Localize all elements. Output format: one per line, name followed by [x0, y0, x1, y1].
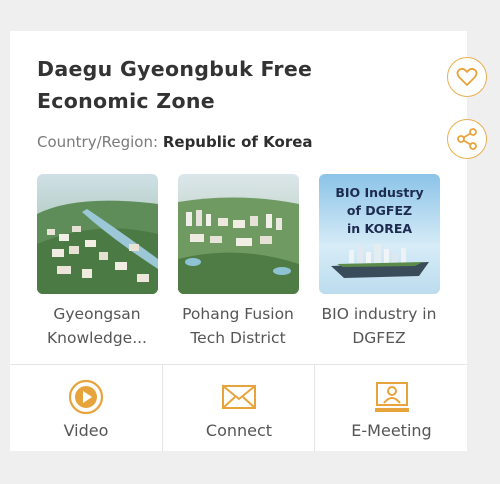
- district-label-bio[interactable]: BIO industry in DGFEZ: [307, 302, 451, 350]
- zone-card: Daegu Gyeongbuk Free Economic Zone Count…: [10, 31, 467, 452]
- bio-image-line-2: of DGFEZ: [347, 203, 412, 218]
- envelope-icon: [222, 385, 256, 409]
- country-value: Republic of Korea: [162, 133, 313, 151]
- connect-label: Connect: [205, 421, 273, 440]
- district-label-pohang[interactable]: Pohang Fusion Tech District: [166, 302, 310, 350]
- zone-title: Daegu Gyeongbuk Free Economic Zone: [37, 57, 313, 113]
- favorite-button[interactable]: [447, 57, 487, 97]
- district-image-gyeongsan[interactable]: [37, 174, 158, 294]
- action-bar: Video Connect E-Meeting: [10, 364, 467, 452]
- play-circle-icon: [68, 379, 104, 415]
- video-label: Video: [63, 421, 109, 440]
- district-image-pohang[interactable]: [178, 174, 299, 294]
- bio-image-line-3: in KOREA: [347, 221, 412, 236]
- share-icon: [457, 128, 477, 150]
- emeeting-label: E-Meeting: [351, 421, 432, 440]
- heart-icon: [456, 67, 478, 86]
- district-image-bio[interactable]: BIO Industry of DGFEZ in KOREA: [319, 174, 440, 294]
- country-label: Country/Region:: [37, 133, 159, 151]
- emeeting-button[interactable]: E-Meeting: [314, 365, 468, 452]
- connect-button[interactable]: Connect: [162, 365, 315, 452]
- district-label-gyeongsan[interactable]: Gyeongsan Knowledge...: [25, 302, 169, 350]
- bio-image-line-1: BIO Industry: [335, 185, 423, 200]
- video-button[interactable]: Video: [10, 365, 162, 452]
- share-button[interactable]: [447, 119, 487, 159]
- video-person-icon: [374, 382, 409, 412]
- country-row: Country/Region: Republic of Korea: [37, 133, 313, 151]
